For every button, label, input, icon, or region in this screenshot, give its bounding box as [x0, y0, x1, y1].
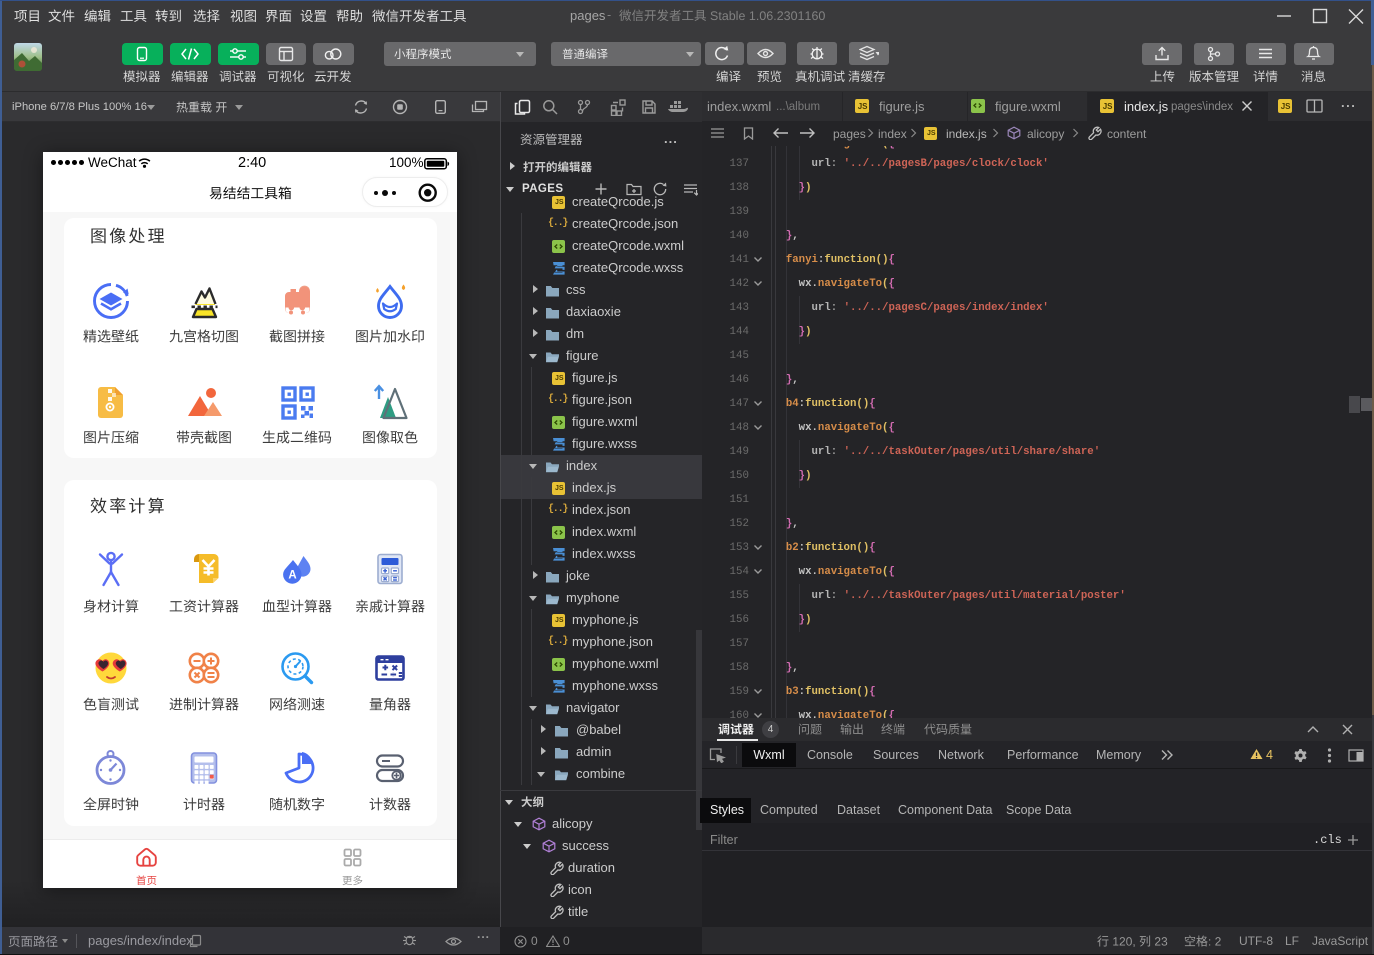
svg-text:A: A — [289, 569, 297, 581]
